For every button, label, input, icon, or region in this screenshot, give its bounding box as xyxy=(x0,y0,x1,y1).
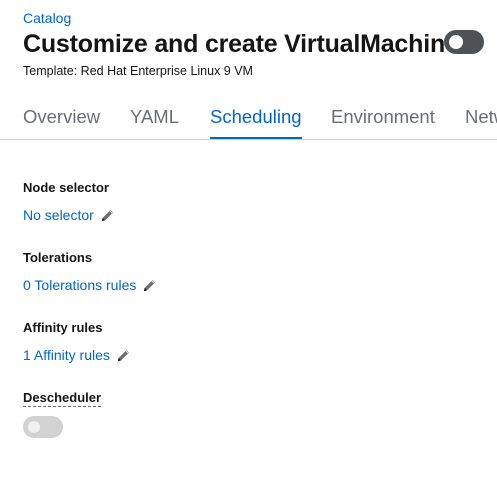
node-selector-label: Node selector xyxy=(23,180,109,195)
header-toggle-switch[interactable] xyxy=(444,30,484,54)
descheduler-label[interactable]: Descheduler xyxy=(23,390,102,407)
affinity-rules-link[interactable]: 1 Affinity rules xyxy=(23,347,131,363)
tab-scheduling[interactable]: Scheduling xyxy=(210,106,302,139)
pencil-icon[interactable] xyxy=(100,208,115,223)
toggle-knob xyxy=(28,421,40,433)
node-selector-link[interactable]: No selector xyxy=(23,207,115,223)
tab-network[interactable]: Netw xyxy=(465,106,497,139)
affinity-rules-label: Affinity rules xyxy=(23,320,103,335)
template-subtitle: Template: Red Hat Enterprise Linux 9 VM xyxy=(23,64,253,78)
pencil-icon[interactable] xyxy=(116,348,131,363)
toggle-knob xyxy=(449,35,463,49)
node-selector-value: No selector xyxy=(23,207,94,223)
tab-yaml[interactable]: YAML xyxy=(130,106,179,139)
tolerations-value: 0 Tolerations rules xyxy=(23,277,137,293)
tolerations-link[interactable]: 0 Tolerations rules xyxy=(23,277,157,293)
create-vm-page: Catalog Customize and create VirtualMach… xyxy=(0,0,497,478)
tolerations-label: Tolerations xyxy=(23,250,93,265)
tab-overview[interactable]: Overview xyxy=(23,106,100,139)
tab-bar: Overview YAML Scheduling Environment Net… xyxy=(0,98,497,140)
descheduler-toggle[interactable] xyxy=(23,416,63,438)
pencil-icon[interactable] xyxy=(142,278,157,293)
page-title: Customize and create VirtualMachine xyxy=(23,30,459,58)
breadcrumb-catalog-link[interactable]: Catalog xyxy=(23,10,71,26)
tab-environment[interactable]: Environment xyxy=(331,106,435,139)
affinity-rules-value: 1 Affinity rules xyxy=(23,347,110,363)
